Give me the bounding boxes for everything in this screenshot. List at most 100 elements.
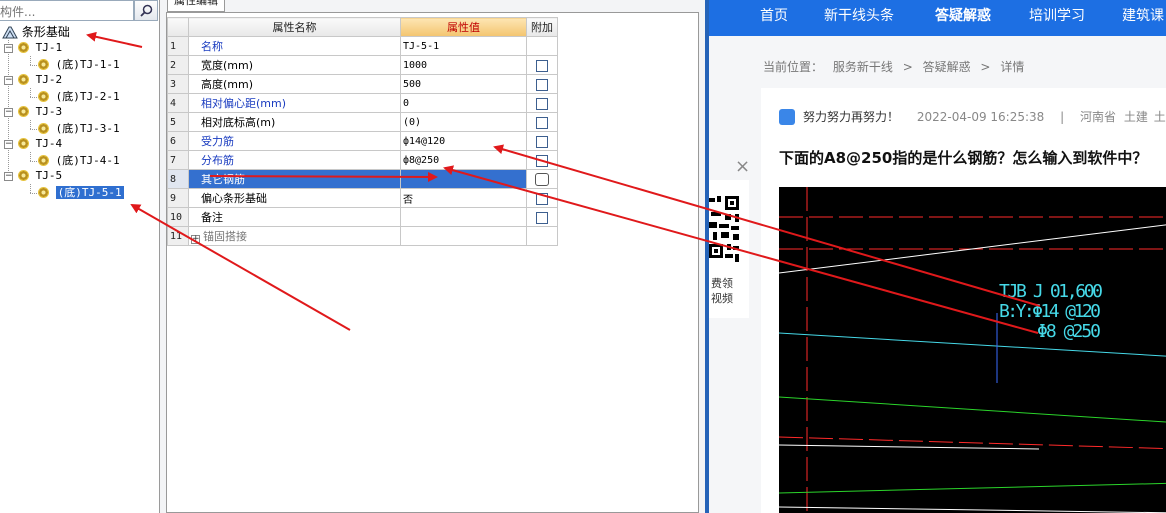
tree-toggle-tj-1[interactable]: − (4, 44, 13, 53)
grid-header-row: 属性名称 属性值 附加 (167, 17, 558, 37)
tree-item-tj-5-1-selected[interactable]: (底)TJ-5-1 (38, 185, 124, 201)
nav-headlines[interactable]: 新干线头条 (824, 0, 894, 36)
property-group-anchorage[interactable]: + 锚固搭接 (188, 226, 401, 246)
cad-drawing-image: TJB J 01,600 B:Y:Φ14 @120 Φ8 @250 (779, 187, 1166, 513)
breadcrumb-link-service[interactable]: 服务新干线 (833, 60, 893, 74)
property-value[interactable]: 否 (400, 188, 527, 208)
property-row-anchorage[interactable]: 11 + 锚固搭接 (167, 226, 558, 246)
property-value[interactable] (400, 169, 527, 189)
extra-checkbox[interactable] (536, 78, 548, 91)
property-row-main-rebar[interactable]: 6 受力筋 ф14@120 (167, 131, 558, 151)
top-nav-bar: 首页 新干线头条 答疑解惑 培训学习 建筑课 (709, 0, 1166, 36)
cad-label-line1: TJB J 01,600 (999, 281, 1103, 302)
nav-training[interactable]: 培训学习 (1029, 0, 1085, 36)
tree-item-tj-4-1[interactable]: (底)TJ-4-1 (38, 153, 120, 169)
tab-property-edit[interactable]: 属性编辑 (167, 0, 225, 12)
tree-toggle-tj-4[interactable]: − (4, 140, 13, 149)
tree-item-tj-3[interactable]: TJ-3 (18, 104, 62, 120)
extra-checkbox[interactable] (536, 154, 548, 167)
ellipsis-edit-button[interactable] (535, 172, 549, 186)
nav-qa[interactable]: 答疑解惑 (935, 0, 991, 36)
property-value[interactable] (400, 207, 527, 227)
user-avatar[interactable] (779, 109, 795, 125)
extra-checkbox[interactable] (536, 116, 548, 129)
property-name: 受力筋 (188, 131, 401, 151)
nav-home[interactable]: 首页 (760, 0, 788, 36)
property-row-name[interactable]: 1 名称 TJ-5-1 (167, 36, 558, 56)
tree-item-tj-2[interactable]: TJ-2 (18, 72, 62, 88)
property-value[interactable]: ф14@120 (400, 131, 527, 151)
extra-checkbox[interactable] (536, 59, 548, 72)
component-gear-icon (18, 138, 29, 149)
property-name-header[interactable]: 属性名称 (188, 17, 401, 37)
search-button[interactable] (134, 0, 158, 21)
property-value (400, 226, 527, 246)
property-name: 备注 (188, 207, 401, 227)
cad-label-line3: Φ8 @250 (1037, 321, 1101, 342)
tree-item-tj-2-1[interactable]: (底)TJ-2-1 (38, 89, 120, 105)
component-gear-icon (38, 187, 49, 198)
qr-code-icon (709, 194, 741, 266)
component-gear-icon (18, 170, 29, 181)
property-grid-area: 属性名称 属性值 附加 1 名称 TJ-5-1 2 宽度(mm) 1000 3 … (166, 12, 699, 513)
property-value[interactable]: 0 (400, 93, 527, 113)
property-value[interactable]: 500 (400, 74, 527, 94)
property-row-distribution-rebar[interactable]: 7 分布筋 ф8@250 (167, 150, 558, 170)
property-row-bottom-elevation[interactable]: 5 相对底标高(m) (0) (167, 112, 558, 132)
tree-item-tj-5[interactable]: TJ-5 (18, 168, 62, 184)
extra-checkbox[interactable] (536, 97, 548, 110)
extra-checkbox[interactable] (536, 135, 548, 148)
component-gear-icon (38, 91, 49, 102)
extra-checkbox[interactable] (536, 192, 548, 205)
property-row-width[interactable]: 2 宽度(mm) 1000 (167, 55, 558, 75)
extra-checkbox[interactable] (536, 211, 548, 224)
user-name[interactable]: 努力努力再努力！ (803, 110, 899, 124)
foundation-icon (2, 26, 18, 39)
tag-civil[interactable]: 土建 (1124, 110, 1148, 124)
tree-root-label: 条形基础 (21, 25, 70, 39)
breadcrumb-link-qa[interactable]: 答疑解惑 (923, 60, 971, 74)
tree-toggle-tj-2[interactable]: − (4, 76, 13, 85)
close-icon[interactable]: × (735, 156, 750, 177)
property-value[interactable]: TJ-5-1 (400, 36, 527, 56)
tree-item-tj-3-1[interactable]: (底)TJ-3-1 (38, 121, 120, 137)
question-title: 下面的A8@250指的是什么钢筋？怎么输入到软件中？ (779, 149, 1148, 167)
post-location: 河南省 (1080, 110, 1117, 124)
nav-courses[interactable]: 建筑课 (1122, 0, 1164, 36)
expand-plus-icon[interactable]: + (191, 235, 200, 244)
qr-promo-card[interactable]: 费领 视频 (709, 180, 749, 318)
extra-header[interactable]: 附加 (526, 17, 558, 37)
property-value[interactable]: 1000 (400, 55, 527, 75)
property-grid: 属性名称 属性值 附加 1 名称 TJ-5-1 2 宽度(mm) 1000 3 … (167, 17, 558, 246)
component-gear-icon (18, 42, 29, 53)
property-row-remark[interactable]: 10 备注 (167, 207, 558, 227)
tree-item-tj-1[interactable]: TJ-1 (18, 40, 62, 56)
component-tree-panel: 条形基础 − TJ-1 (底)TJ-1-1 − TJ-2 (底)TJ-2-1 −… (0, 0, 160, 513)
property-editor-panel: 属性名称 属性值 附加 1 名称 TJ-5-1 2 宽度(mm) 1000 3 … (160, 0, 705, 513)
tree-item-tj-4[interactable]: TJ-4 (18, 136, 62, 152)
property-name: 相对偏心距(mm) (188, 93, 401, 113)
property-value[interactable]: (0) (400, 112, 527, 132)
tree-toggle-tj-3[interactable]: − (4, 108, 13, 117)
tree-toggle-tj-5[interactable]: − (4, 172, 13, 181)
qr-promo-text: 费领 视频 (711, 277, 733, 305)
tree-root-strip-foundation[interactable]: 条形基础 (2, 24, 70, 40)
property-value[interactable]: ф8@250 (400, 150, 527, 170)
property-row-height[interactable]: 3 高度(mm) 500 (167, 74, 558, 94)
web-page-panel: 首页 新干线头条 答疑解惑 培训学习 建筑课 当前位置： 服务新干线 > 答疑解… (709, 0, 1166, 513)
property-row-eccentric-strip[interactable]: 9 偏心条形基础 否 (167, 188, 558, 208)
row-number-header (167, 17, 189, 37)
component-gear-icon (18, 74, 29, 85)
property-name: 偏心条形基础 (188, 188, 401, 208)
search-input[interactable] (0, 0, 134, 21)
property-row-eccentricity[interactable]: 4 相对偏心距(mm) 0 (167, 93, 558, 113)
tag-civil-2[interactable]: 土建 (1154, 110, 1166, 124)
component-gear-icon (38, 59, 49, 70)
search-icon (139, 4, 152, 17)
component-gear-icon (38, 123, 49, 134)
question-meta: 努力努力再努力！ 2022-04-09 16:25:38 | 河南省 土建 土建 (779, 108, 1166, 125)
tree-item-tj-1-1[interactable]: (底)TJ-1-1 (38, 57, 120, 73)
component-gear-icon (18, 106, 29, 117)
property-value-header[interactable]: 属性值 (400, 17, 527, 37)
property-row-other-rebar-selected[interactable]: 8 其它钢筋 (167, 169, 558, 189)
